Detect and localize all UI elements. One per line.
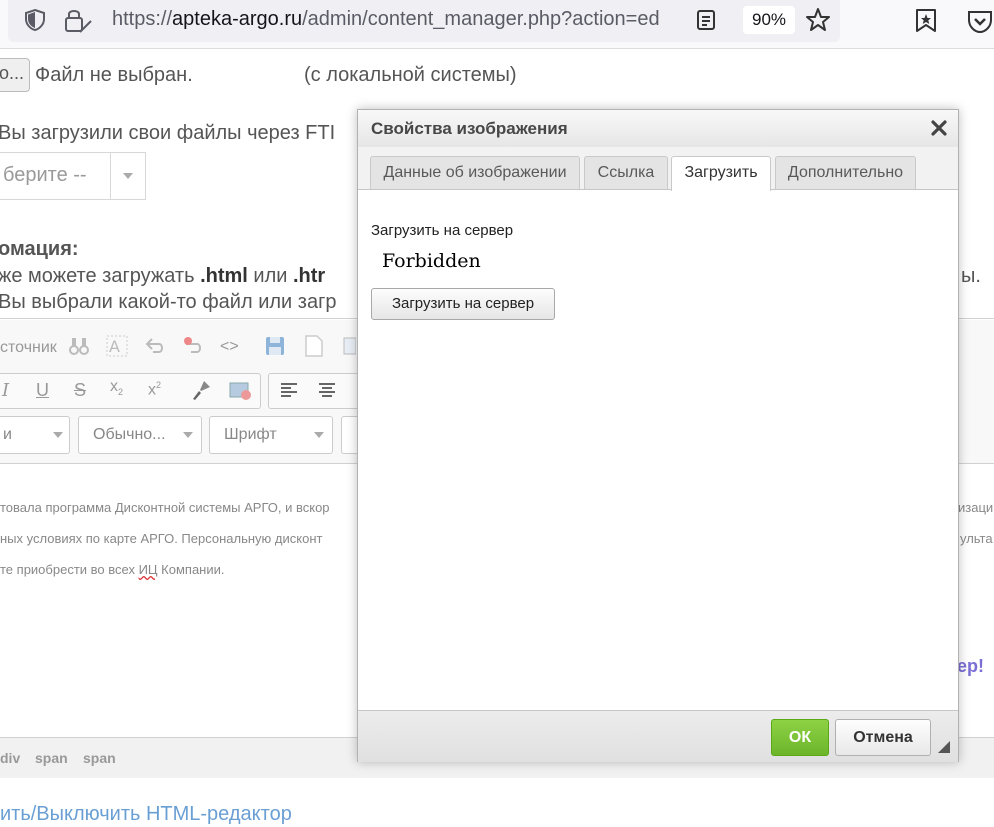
find-icon[interactable] — [68, 335, 90, 357]
lock-icon[interactable] — [63, 6, 93, 34]
html-insert-icon[interactable] — [228, 379, 252, 401]
tab-link[interactable]: Ссылка — [584, 156, 668, 189]
source-button[interactable]: сточник — [0, 339, 57, 357]
path-item[interactable]: div — [0, 750, 20, 766]
cancel-button[interactable]: Отмена — [835, 719, 931, 756]
italic-icon[interactable]: I — [2, 380, 9, 401]
ok-button[interactable]: ОК — [771, 719, 829, 756]
file-hint: (с локальной системы) — [304, 64, 517, 86]
info-line-1-tail: ы. — [961, 265, 981, 287]
content-line-3: те приобрести во всех ИЦ Компании. — [0, 562, 225, 577]
resize-handle[interactable] — [938, 741, 950, 753]
code-icon[interactable]: <> — [220, 338, 239, 356]
path-item[interactable]: span — [83, 750, 116, 766]
dialog-body: Загрузить на сервер Forbidden Загрузить … — [358, 190, 958, 710]
info-heading: омация: — [0, 238, 79, 260]
zoom-level[interactable]: 90% — [743, 6, 795, 34]
info-line-2: Вы выбрали какой-то файл или загр — [0, 291, 337, 313]
reader-view-icon[interactable] — [696, 9, 716, 31]
bookmarks-menu-icon[interactable] — [913, 7, 939, 33]
tab-advanced[interactable]: Дополнительно — [775, 156, 916, 189]
strikethrough-icon[interactable]: S — [74, 380, 86, 401]
dialog-title: Свойства изображения — [371, 119, 568, 138]
path-item[interactable]: span — [35, 750, 68, 766]
chevron-down-icon — [314, 432, 324, 438]
chevron-down-icon — [123, 173, 133, 179]
close-icon[interactable] — [929, 118, 949, 138]
file-status: Файл не выбран. — [35, 64, 193, 86]
image-properties-dialog: Свойства изображения Данные об изображен… — [357, 109, 959, 762]
url-text[interactable]: https://apteka-argo.ru/admin/content_man… — [112, 8, 692, 31]
dialog-footer: ОК Отмена — [358, 710, 958, 762]
address-bar[interactable]: https://apteka-argo.ru/admin/content_man… — [8, 0, 840, 42]
upload-frame-message: Forbidden — [382, 250, 481, 272]
dialog-tabs: Данные об изображении Ссылка Загрузить Д… — [358, 147, 958, 191]
preview-icon[interactable] — [342, 334, 356, 358]
chevron-down-icon — [53, 432, 63, 438]
font-combo[interactable]: Шрифт — [209, 416, 333, 454]
align-center-icon[interactable] — [318, 382, 336, 398]
upload-to-server-button[interactable]: Загрузить на сервер — [371, 288, 555, 320]
remove-format-icon[interactable] — [182, 335, 204, 357]
upload-label: Загрузить на сервер — [371, 222, 514, 239]
new-page-icon[interactable] — [304, 334, 324, 358]
tab-upload[interactable]: Загрузить — [671, 156, 771, 191]
promo-text: ер! — [957, 656, 984, 676]
format-combo[interactable]: Обычно... — [78, 416, 202, 454]
ftp-text: Вы загрузили свои файлы через FTI — [0, 122, 336, 144]
pocket-icon[interactable] — [966, 8, 994, 34]
content-line-1-tail: изаци — [958, 500, 994, 515]
undo-icon[interactable] — [144, 335, 166, 357]
paint-brush-icon[interactable] — [190, 379, 212, 401]
save-icon[interactable] — [264, 335, 286, 357]
ftp-file-select-value: берите -- — [3, 164, 87, 186]
choose-file-button[interactable]: o... — [0, 58, 30, 92]
replace-icon[interactable]: A — [106, 335, 128, 357]
dialog-titlebar[interactable]: Свойства изображения — [358, 110, 958, 148]
shield-icon[interactable] — [24, 8, 46, 32]
content-line-1: товала программа Дисконтной системы АРГО… — [0, 500, 330, 515]
content-line-2: ных условиях по карте АРГО. Персональную… — [0, 531, 323, 546]
tab-image-info[interactable]: Данные об изображении — [370, 156, 580, 189]
browser-toolbar: https://apteka-argo.ru/admin/content_man… — [0, 0, 994, 49]
styles-combo[interactable]: и — [0, 416, 70, 454]
bookmark-star-icon[interactable] — [805, 7, 831, 33]
toggle-html-editor-link[interactable]: ить/Выключить HTML-редактор — [0, 803, 292, 826]
subscript-icon[interactable]: x2 — [110, 378, 123, 397]
info-line-1: же можете загружать .html или .htr — [0, 265, 326, 287]
svg-text:A: A — [109, 337, 120, 356]
superscript-icon[interactable]: x2 — [148, 380, 161, 399]
content-line-2-tail: ульта — [960, 531, 993, 546]
ftp-file-select[interactable]: берите -- — [0, 152, 146, 200]
chevron-down-icon — [183, 432, 193, 438]
align-left-icon[interactable] — [280, 382, 298, 398]
underline-icon[interactable]: U — [36, 380, 49, 401]
